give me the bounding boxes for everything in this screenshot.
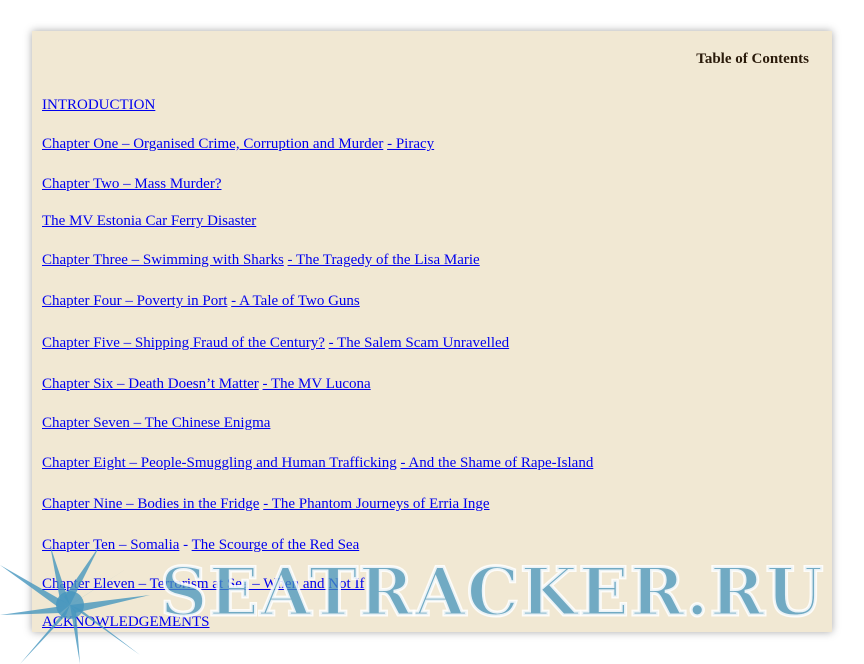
toc-link-chapter-five[interactable]: Chapter Five – Shipping Fraud of the Cen… <box>42 335 325 351</box>
toc-link-chapter-three-sub[interactable]: - The Tragedy of the Lisa Marie <box>288 252 480 268</box>
toc-entry-chapter-eight: Chapter Eight – People-Smuggling and Hum… <box>42 455 593 472</box>
toc-separator: - <box>179 537 192 553</box>
toc-link-chapter-six-sub[interactable]: - The MV Lucona <box>263 376 371 392</box>
toc-link-chapter-eight[interactable]: Chapter Eight – People-Smuggling and Hum… <box>42 455 397 471</box>
toc-entry-chapter-two: Chapter Two – Mass Murder? <box>42 176 221 193</box>
toc-link-chapter-seven[interactable]: Chapter Seven – The Chinese Enigma <box>42 415 270 431</box>
toc-entry-acknowledgements: ACKNOWLEDGEMENTS <box>42 614 209 631</box>
toc-entry-chapter-four: Chapter Four – Poverty in Port - A Tale … <box>42 293 360 310</box>
toc-link-introduction[interactable]: INTRODUCTION <box>42 97 155 113</box>
toc-entry-introduction: INTRODUCTION <box>42 97 155 114</box>
toc-link-chapter-eleven[interactable]: Chapter Eleven – Terrorism at Sea – When… <box>42 576 364 592</box>
toc-link-chapter-eight-sub[interactable]: - And the Shame of Rape-Island <box>400 455 593 471</box>
toc-entry-chapter-six: Chapter Six – Death Doesn’t Matter - The… <box>42 376 371 393</box>
toc-entry-chapter-one: Chapter One – Organised Crime, Corruptio… <box>42 136 434 153</box>
toc-link-chapter-nine[interactable]: Chapter Nine – Bodies in the Fridge <box>42 496 259 512</box>
toc-link-chapter-one[interactable]: Chapter One – Organised Crime, Corruptio… <box>42 136 383 152</box>
toc-entry-chapter-eleven: Chapter Eleven – Terrorism at Sea – When… <box>42 576 364 593</box>
toc-entry-chapter-nine: Chapter Nine – Bodies in the Fridge - Th… <box>42 496 490 513</box>
toc-link-chapter-ten-sub[interactable]: The Scourge of the Red Sea <box>192 537 360 553</box>
toc-link-chapter-one-sub[interactable]: - Piracy <box>387 136 434 152</box>
toc-link-chapter-five-sub[interactable]: - The Salem Scam Unravelled <box>329 335 510 351</box>
toc-entry-estonia: The MV Estonia Car Ferry Disaster <box>42 213 256 230</box>
toc-entry-chapter-ten: Chapter Ten – Somalia - The Scourge of t… <box>42 537 359 554</box>
toc-entry-chapter-five: Chapter Five – Shipping Fraud of the Cen… <box>42 335 509 352</box>
toc-link-chapter-two[interactable]: Chapter Two – Mass Murder? <box>42 176 221 192</box>
toc-link-chapter-six[interactable]: Chapter Six – Death Doesn’t Matter <box>42 376 259 392</box>
toc-link-chapter-four-sub[interactable]: - A Tale of Two Guns <box>231 293 360 309</box>
toc-link-chapter-three[interactable]: Chapter Three – Swimming with Sharks <box>42 252 284 268</box>
toc-entry-chapter-seven: Chapter Seven – The Chinese Enigma <box>42 415 270 432</box>
toc-panel: Table of Contents INTRODUCTION Chapter O… <box>32 31 832 632</box>
toc-link-acknowledgements[interactable]: ACKNOWLEDGEMENTS <box>42 614 209 630</box>
toc-title: Table of Contents <box>696 51 809 67</box>
toc-link-estonia[interactable]: The MV Estonia Car Ferry Disaster <box>42 213 256 229</box>
toc-link-chapter-nine-sub[interactable]: - The Phantom Journeys of Erria Inge <box>263 496 489 512</box>
toc-link-chapter-ten[interactable]: Chapter Ten – Somalia <box>42 537 179 553</box>
toc-entry-chapter-three: Chapter Three – Swimming with Sharks - T… <box>42 252 480 269</box>
toc-link-chapter-four[interactable]: Chapter Four – Poverty in Port <box>42 293 227 309</box>
